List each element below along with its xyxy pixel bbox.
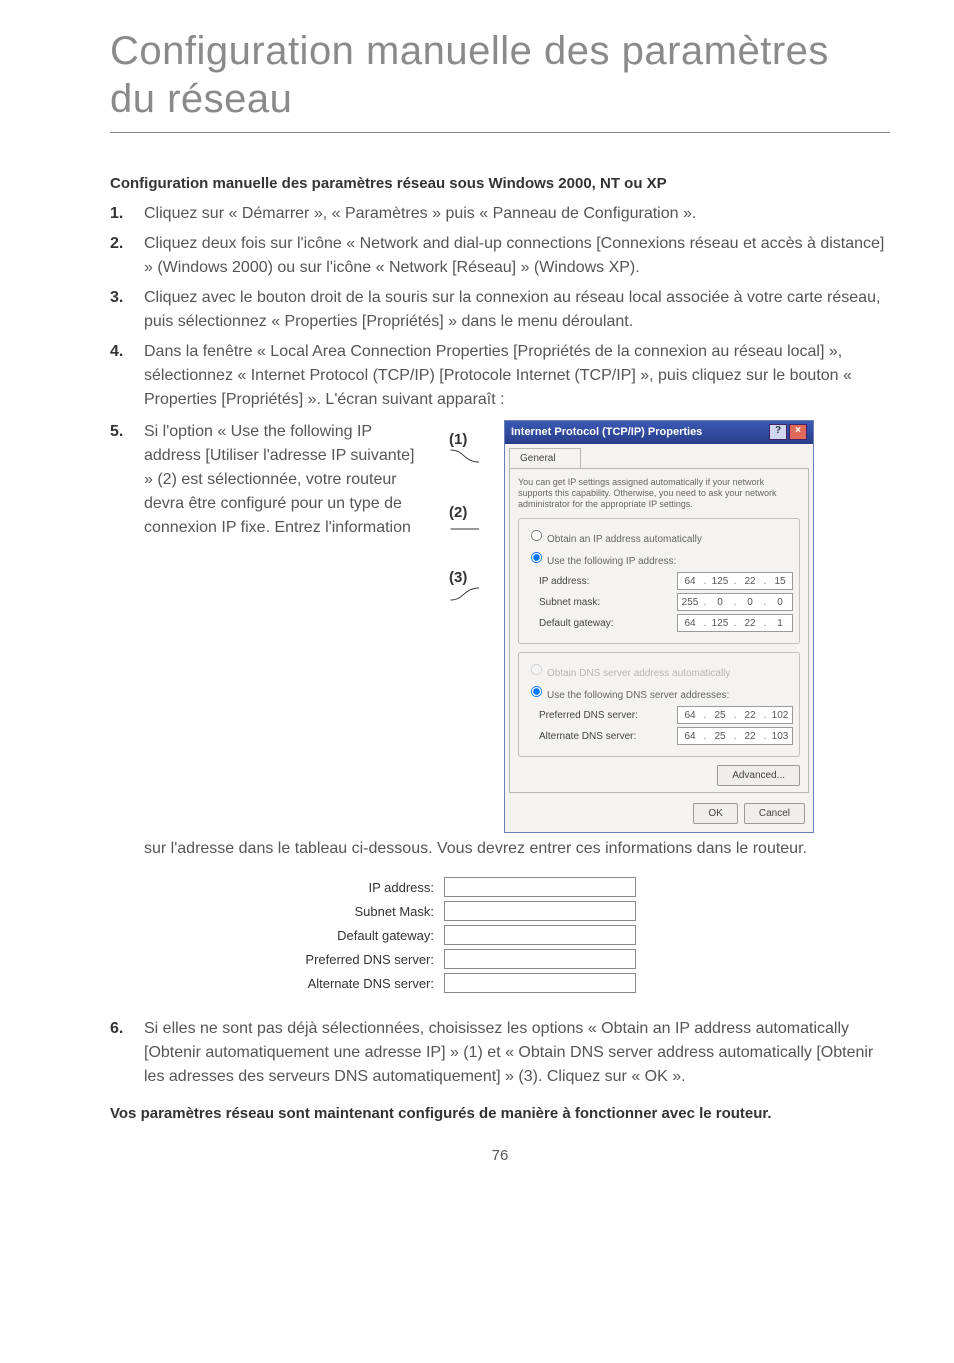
window-buttons: ? × [769,424,807,440]
mini-field-mask[interactable] [444,901,636,921]
step-number: 6. [110,1017,144,1089]
step-number: 3. [110,286,144,334]
tcpip-title: Internet Protocol (TCP/IP) Properties [511,424,702,441]
tcpip-note: You can get IP settings assigned automat… [518,477,800,511]
label-use-dns: Use the following DNS server addresses: [547,690,729,701]
callout-1: (1) [449,431,467,448]
mini-field-adns[interactable] [444,973,636,993]
cancel-button[interactable]: Cancel [744,803,805,824]
ip-field[interactable]: 64.125.22.15 [677,572,793,590]
step-text: Cliquez deux fois sur l'icône « Network … [144,232,890,280]
page-title-line1: Configuration manuelle des paramètres [110,28,890,74]
ip-group: Obtain an IP address automatically Use t… [518,518,800,644]
step-number: 1. [110,202,144,226]
label-use-ip: Use the following IP address: [547,556,676,567]
callout-2: (2) [449,504,467,521]
title-rule [110,132,890,133]
mini-field-gw[interactable] [444,925,636,945]
mask-field[interactable]: 255.0.0.0 [677,593,793,611]
pdns-field[interactable]: 64.25.22.102 [677,706,793,724]
mini-label: Subnet Mask: [264,902,444,922]
tcpip-dialog: Internet Protocol (TCP/IP) Properties ? … [504,420,814,833]
step-text: Cliquez sur « Démarrer », « Paramètres »… [144,202,890,226]
dns-group: Obtain DNS server address automatically … [518,652,800,757]
mini-label: Alternate DNS server: [264,974,444,994]
mini-label: Preferred DNS server: [264,950,444,970]
step-text: Si elles ne sont pas déjà sélectionnées,… [144,1017,890,1089]
page-title-line2: du réseau [110,76,890,122]
mini-field-pdns[interactable] [444,949,636,969]
close-icon[interactable]: × [789,424,807,440]
step-text: Dans la fenêtre « Local Area Connection … [144,340,890,412]
step-text: Cliquez avec le bouton droit de la souri… [144,286,890,334]
step5-after-text: sur l'adresse dans le tableau ci-dessous… [144,837,890,861]
radio-use-dns[interactable] [531,686,542,697]
mini-label: Default gateway: [264,926,444,946]
ok-button[interactable]: OK [693,803,737,824]
mini-form: IP address: Subnet Mask: Default gateway… [264,877,890,993]
mini-label: IP address: [264,878,444,898]
step-number: 5. [110,420,144,1011]
adns-field[interactable]: 64.25.22.103 [677,727,793,745]
subheading: Configuration manuelle des paramètres ré… [110,175,890,192]
step5-left-text: Si l'option « Use the following IP addre… [144,420,424,540]
step-number: 4. [110,340,144,412]
callouts: (1) (2) (3) [442,420,486,607]
radio-obtain-dns [531,664,542,675]
radio-use-ip[interactable] [531,552,542,563]
radio-obtain-ip[interactable] [531,530,542,541]
label-mask: Subnet mask: [539,595,600,610]
label-adns: Alternate DNS server: [539,729,636,744]
label-ip: IP address: [539,574,589,589]
mini-field-ip[interactable] [444,877,636,897]
page-number: 76 [110,1147,890,1164]
gateway-field[interactable]: 64.125.22.1 [677,614,793,632]
callout-3: (3) [449,569,467,586]
label-obtain-dns: Obtain DNS server address automatically [547,668,730,679]
label-gw: Default gateway: [539,616,614,631]
label-pdns: Preferred DNS server: [539,708,638,723]
tab-general[interactable]: General [509,448,581,468]
label-obtain-ip: Obtain an IP address automatically [547,534,702,545]
help-icon[interactable]: ? [769,424,787,440]
closing-text: Vos paramètres réseau sont maintenant co… [110,1103,890,1125]
step-number: 2. [110,232,144,280]
advanced-button[interactable]: Advanced... [717,765,800,786]
